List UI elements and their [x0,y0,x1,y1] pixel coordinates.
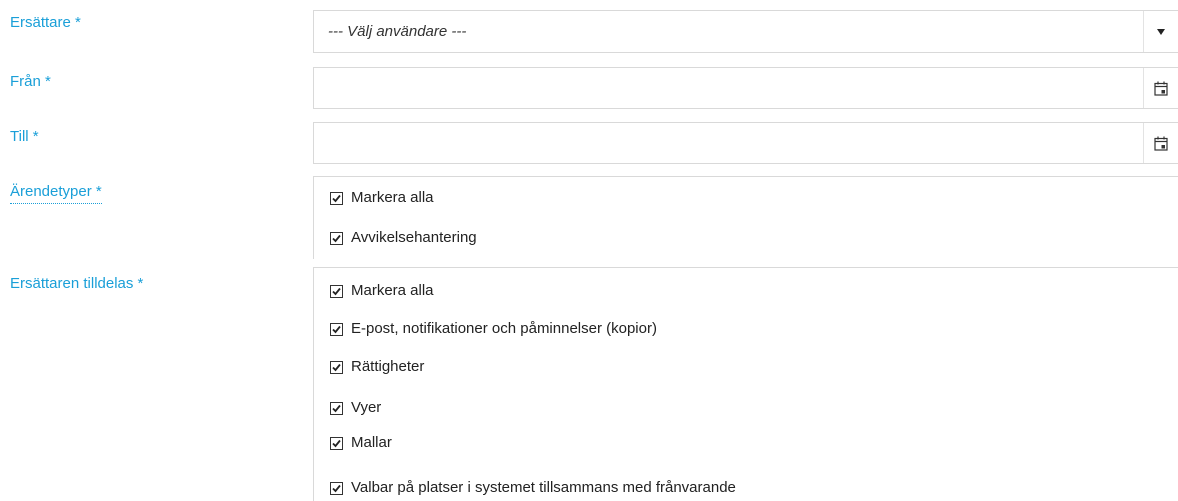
case-types-checklist: Markera alla Avvikelsehantering [313,176,1178,259]
checkbox-select-all-assigned[interactable]: Markera alla [330,280,434,302]
checkbox-views[interactable]: Vyer [330,397,381,419]
to-date-input[interactable] [313,122,1178,164]
checkbox-label: E-post, notifikationer och påminnelser (… [351,320,657,337]
from-label: Från * [10,73,51,90]
checkbox-selectable-with-absent[interactable]: Valbar på platser i systemet tillsammans… [330,477,736,499]
checkbox-label: Rättigheter [351,358,425,375]
substitute-label: Ersättare * [10,14,81,31]
checkbox-checked-icon[interactable] [330,231,343,245]
checkbox-label: Valbar på platser i systemet tillsammans… [351,479,736,496]
checkbox-checked-icon[interactable] [330,360,343,374]
checkbox-checked-icon[interactable] [330,191,343,205]
from-date-input[interactable] [313,67,1178,109]
checkbox-label: Mallar [351,434,392,451]
calendar-icon[interactable] [1143,68,1178,108]
checkbox-rights[interactable]: Rättigheter [330,356,424,378]
assigned-checklist: Markera alla E-post, notifikationer och … [313,267,1178,501]
checkbox-avvikelsehantering[interactable]: Avvikelsehantering [330,227,477,249]
checkbox-label: Avvikelsehantering [351,229,477,246]
checkbox-checked-icon[interactable] [330,284,343,298]
to-label: Till * [10,128,39,145]
assigned-label: Ersättaren tilldelas * [10,275,144,292]
substitute-select[interactable]: --- Välj användare --- [313,10,1178,53]
substitute-select-value: --- Välj användare --- [328,23,467,40]
checkbox-label: Markera alla [351,189,434,206]
checkbox-checked-icon[interactable] [330,322,343,336]
checkbox-checked-icon[interactable] [330,481,343,495]
calendar-icon[interactable] [1143,123,1178,163]
checkbox-select-all-case-types[interactable]: Markera alla [330,187,434,209]
checkbox-email-notifications[interactable]: E-post, notifikationer och påminnelser (… [330,318,657,340]
checkbox-templates[interactable]: Mallar [330,432,392,454]
checkbox-checked-icon[interactable] [330,436,343,450]
checkbox-label: Markera alla [351,282,434,299]
case-types-label[interactable]: Ärendetyper * [10,182,102,204]
dropdown-arrow-icon[interactable] [1143,11,1178,52]
checkbox-checked-icon[interactable] [330,401,343,415]
checkbox-label: Vyer [351,399,382,416]
